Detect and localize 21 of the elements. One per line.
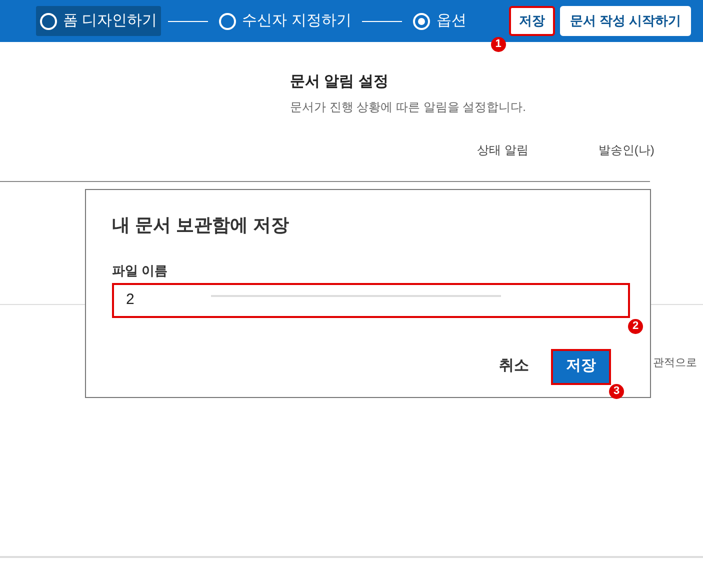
dialog-title: 내 문서 보관함에 저장 xyxy=(112,214,290,237)
cancel-button[interactable]: 취소 xyxy=(499,348,529,384)
column-header: 상태 알림 xyxy=(477,142,528,159)
step-tab[interactable]: 옵션 xyxy=(409,6,470,36)
annotation-badge: 3 xyxy=(609,384,624,398)
section-subtitle: 문서가 진행 상황에 따른 알림을 설정합니다. xyxy=(290,99,528,116)
section-title: 문서 알림 설정 xyxy=(290,72,390,92)
save-button[interactable]: 저장 xyxy=(508,6,555,36)
annotation-badge: 1 xyxy=(490,37,506,52)
save-button[interactable]: 저장 xyxy=(551,348,611,384)
radio-icon xyxy=(413,12,430,30)
field-label: 파일 이름 xyxy=(112,262,169,280)
step-tab[interactable]: 폼 디자인하기 xyxy=(36,6,162,36)
file-name-field[interactable]: 2 xyxy=(112,282,630,318)
radio-icon xyxy=(219,12,236,30)
step-tab[interactable]: 수신자 지정하기 xyxy=(215,6,356,36)
column-header: 발송인(나) xyxy=(598,142,654,159)
annotation-badge: 2 xyxy=(628,318,643,334)
start-document-button[interactable]: 문서 작성 시작하기 xyxy=(560,6,691,36)
radio-icon xyxy=(40,12,57,30)
background-text: 관적으로 xyxy=(653,356,698,371)
